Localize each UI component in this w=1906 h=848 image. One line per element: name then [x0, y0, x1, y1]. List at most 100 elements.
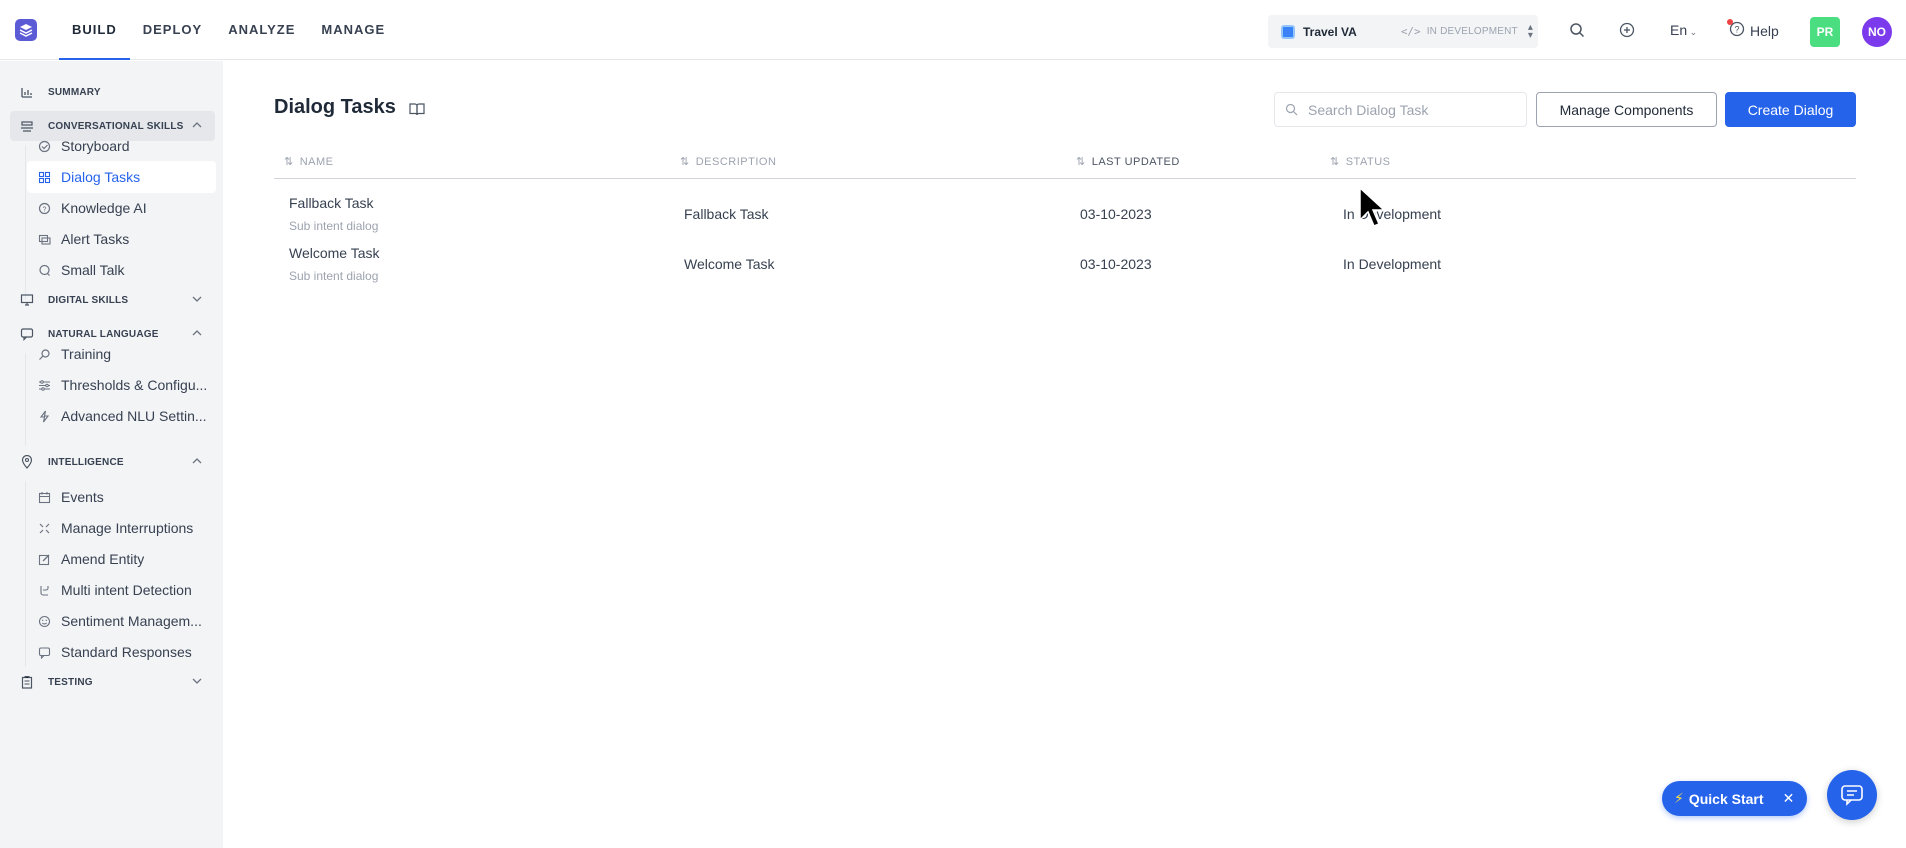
sidebar-intelligence-label: INTELLIGENCE [48, 456, 124, 468]
bolt-icon: ⚡ [1674, 790, 1684, 806]
sort-icon: ⇅ [1076, 156, 1086, 168]
chevron-down-icon [192, 296, 202, 302]
add-circle-icon[interactable] [1619, 22, 1635, 38]
sidebar-item-label: Alert Tasks [61, 231, 130, 247]
sidebar-item-label: Sentiment Managem... [61, 613, 202, 629]
sidebar-item-manage-interruptions[interactable]: Manage Interruptions [27, 512, 216, 544]
sidebar-tree-line [25, 481, 26, 667]
sidebar-digital-skills[interactable]: DIGITAL SKILLS [10, 285, 215, 315]
bot-status: IN DEVELOPMENT [1426, 26, 1518, 37]
help-icon: ? [1727, 19, 1745, 40]
sidebar-item-knowledge-ai[interactable]: ? Knowledge AI [27, 192, 216, 224]
sidebar-summary[interactable]: SUMMARY [10, 77, 215, 107]
column-header-label: STATUS [1345, 155, 1391, 168]
search-icon[interactable] [1569, 22, 1585, 38]
sidebar-item-amend-entity[interactable]: Amend Entity [27, 543, 216, 575]
sliders-icon [39, 379, 50, 391]
search-dialog-input[interactable] [1308, 101, 1508, 118]
search-training-icon [39, 348, 50, 360]
alert-tasks-icon [38, 234, 51, 245]
sort-icon: ⇅ [680, 156, 690, 168]
sidebar-item-label: Knowledge AI [61, 200, 147, 216]
column-header-status[interactable]: ⇅ STATUS [1330, 155, 1391, 169]
sidebar-digital-skills-label: DIGITAL SKILLS [48, 294, 129, 306]
column-header-label: LAST UPDATED [1091, 155, 1180, 168]
column-header-name[interactable]: ⇅ NAME [284, 155, 334, 169]
sidebar-item-dialog-tasks[interactable]: Dialog Tasks [27, 161, 216, 193]
help-button[interactable]: ? Help [1727, 19, 1779, 40]
column-header-description[interactable]: ⇅ DESCRIPTION [680, 155, 776, 169]
create-dialog-button[interactable]: Create Dialog [1725, 92, 1856, 127]
sidebar-item-label: Storyboard [61, 138, 130, 154]
sidebar-tree-line [25, 353, 26, 446]
edit-icon [38, 554, 50, 565]
bot-name: Travel VA [1303, 24, 1357, 39]
interruptions-icon [39, 523, 50, 533]
sidebar-item-standard-responses[interactable]: Standard Responses [27, 636, 216, 668]
storyboard-icon [38, 140, 51, 152]
sidebar: SUMMARY CONVERSATIONAL SKILLS Storyboard… [0, 61, 223, 848]
sidebar-item-label: Advanced NLU Settin... [61, 408, 207, 424]
chat-bubble-icon [39, 264, 50, 276]
column-header-label: NAME [299, 155, 334, 168]
manage-components-button[interactable]: Manage Components [1536, 92, 1717, 127]
nav-deploy[interactable]: DEPLOY [130, 0, 215, 60]
sidebar-item-thresholds[interactable]: Thresholds & Configu... [27, 369, 216, 401]
sort-icon: ⇅ [1330, 156, 1340, 168]
main-nav: BUILD DEPLOY ANALYZE MANAGE [59, 0, 398, 60]
notification-dot [1727, 19, 1733, 25]
chevron-down-icon: ⌄ [1687, 27, 1698, 37]
book-icon[interactable] [408, 101, 426, 117]
sidebar-item-training[interactable]: Training [27, 338, 216, 370]
multi-intent-icon [40, 585, 49, 596]
table-header-divider [274, 178, 1856, 179]
svg-text:?: ? [43, 206, 47, 213]
sidebar-item-events[interactable]: Events [27, 481, 216, 513]
sidebar-item-label: Training [61, 346, 112, 362]
chat-icon [1841, 785, 1863, 806]
task-name: Fallback Task [289, 195, 374, 211]
close-icon[interactable]: ✕ [1780, 790, 1797, 807]
sidebar-intelligence[interactable]: INTELLIGENCE [10, 447, 215, 477]
table-row[interactable]: Welcome Task Sub intent dialog Welcome T… [274, 239, 1856, 289]
quick-start-button[interactable]: ⚡ Quick Start ✕ [1662, 781, 1807, 816]
sidebar-item-sentiment[interactable]: Sentiment Managem... [27, 605, 216, 637]
sidebar-item-label: Standard Responses [61, 644, 192, 660]
quick-start-label: Quick Start [1688, 790, 1764, 807]
sidebar-item-label: Thresholds & Configu... [61, 377, 208, 393]
avatar-no[interactable]: NO [1862, 17, 1892, 47]
sidebar-item-label: Dialog Tasks [61, 169, 141, 185]
sidebar-item-label: Small Talk [61, 262, 125, 278]
sidebar-item-label: Manage Interruptions [61, 520, 194, 536]
task-type: Sub intent dialog [289, 219, 379, 233]
sidebar-item-advanced-nlu[interactable]: Advanced NLU Settin... [27, 400, 216, 432]
monitor-icon [20, 294, 34, 306]
nav-manage[interactable]: MANAGE [308, 0, 398, 60]
sidebar-item-small-talk[interactable]: Small Talk [27, 254, 216, 286]
table-row[interactable]: Fallback Task Sub intent dialog Fallback… [274, 189, 1856, 239]
app-logo-icon[interactable] [15, 18, 37, 41]
clipboard-icon [21, 675, 33, 689]
sidebar-testing[interactable]: TESTING [10, 667, 215, 697]
task-name: Welcome Task [289, 245, 380, 261]
chevron-updown-icon: ▴ ▾ [1527, 21, 1533, 41]
sidebar-item-multi-intent[interactable]: Multi intent Detection [27, 574, 216, 606]
avatar-pr[interactable]: PR [1810, 17, 1840, 47]
calendar-icon [38, 491, 51, 503]
dialog-tasks-icon [38, 171, 51, 183]
question-circle-icon: ? [38, 202, 51, 214]
sidebar-item-storyboard[interactable]: Storyboard [27, 130, 216, 162]
column-header-last-updated[interactable]: ⇅ LAST UPDATED [1076, 155, 1180, 169]
bolt-icon [39, 410, 50, 422]
bot-selector[interactable]: Travel VA </> IN DEVELOPMENT ▴ ▾ [1268, 15, 1538, 48]
chat-widget-button[interactable] [1827, 770, 1877, 820]
nav-build[interactable]: BUILD [59, 0, 130, 60]
search-icon [1285, 103, 1298, 116]
location-pin-icon [21, 455, 33, 469]
language-label: En [1670, 22, 1688, 38]
language-selector[interactable]: En ⌄ [1670, 22, 1697, 38]
sidebar-item-alert-tasks[interactable]: Alert Tasks [27, 223, 216, 255]
task-type: Sub intent dialog [289, 269, 379, 283]
chevron-up-icon [192, 458, 202, 464]
nav-analyze[interactable]: ANALYZE [215, 0, 308, 60]
